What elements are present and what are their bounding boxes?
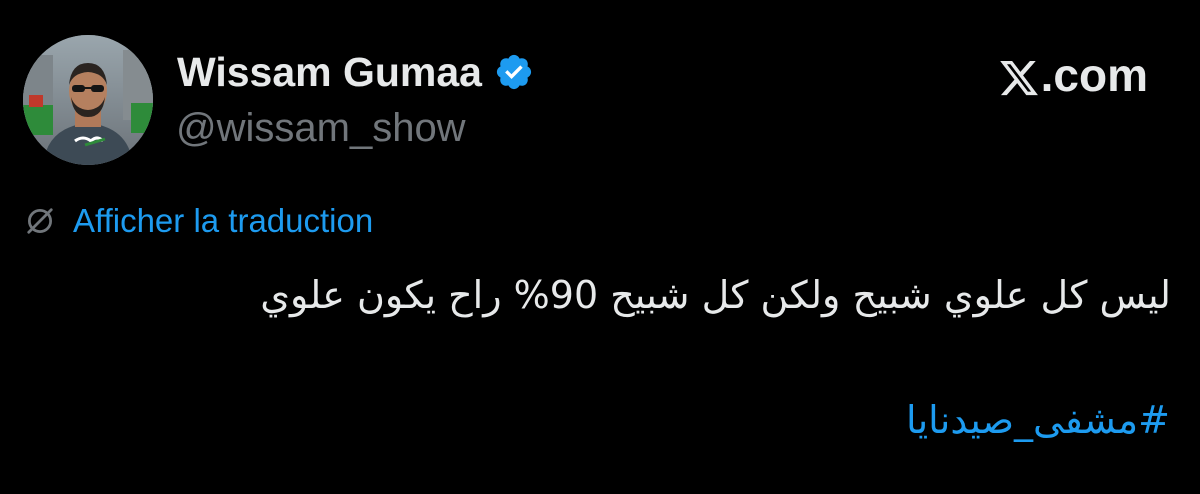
author-name-text[interactable]: Wissam Gumaa [177, 46, 482, 98]
hashtag-link[interactable]: #مشفى_صيدنايا [906, 392, 1170, 448]
author-name[interactable]: Wissam Gumaa [177, 46, 534, 98]
profile-photo-image [23, 35, 153, 165]
x-logo-icon [998, 54, 1040, 96]
author-handle[interactable]: @wissam_show [176, 102, 466, 154]
translate-row[interactable]: Afficher la traduction [25, 199, 373, 243]
tweet-text: ليس كل علوي شبيح ولكن كل شبيح 90% راح يك… [260, 273, 1171, 317]
globe-icon [25, 206, 55, 236]
brand-watermark: .com [998, 46, 1148, 104]
brand-label: .com [1040, 49, 1148, 101]
show-translation-link[interactable]: Afficher la traduction [73, 199, 373, 243]
verified-badge-icon [494, 52, 534, 92]
avatar[interactable] [23, 35, 153, 165]
